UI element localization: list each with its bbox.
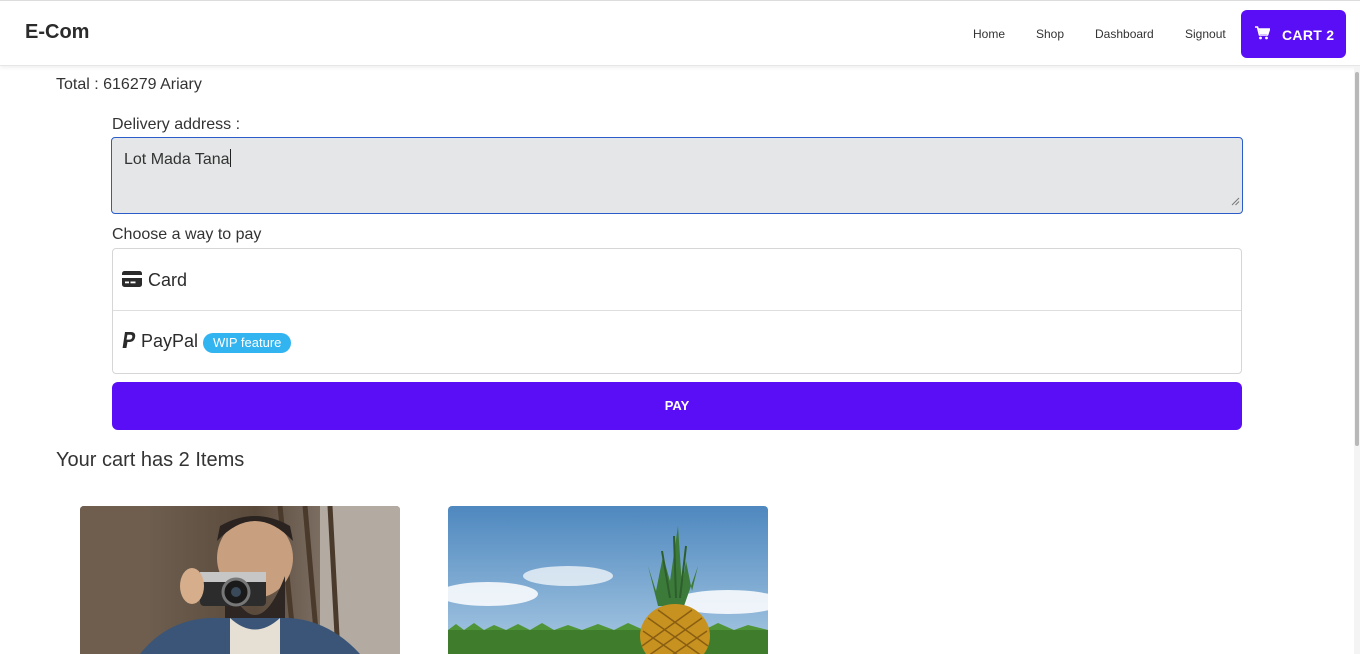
nav-link-dashboard[interactable]: Dashboard [1095,27,1154,41]
order-total: Total : 616279 Ariary [56,76,202,93]
brand-logo[interactable]: E-Com [25,21,89,44]
scrollbar-thumb[interactable] [1355,72,1359,446]
navbar: E-Com Home Shop Dashboard Signout CART 2 [0,0,1360,66]
payment-options-list: Card PayPal WIP feature [112,248,1242,374]
payment-option-card[interactable]: Card [113,249,1241,311]
product-image-camera[interactable] [80,506,400,654]
delivery-address-label: Delivery address : [112,116,241,133]
payment-option-card-label: Card [148,270,188,290]
nav-link-shop[interactable]: Shop [1036,27,1064,41]
text-caret [229,149,231,167]
paypal-icon [122,332,136,355]
nav-link-signout[interactable]: Signout [1185,27,1226,41]
credit-card-icon [122,271,142,292]
payment-option-paypal[interactable]: PayPal WIP feature [113,311,1241,373]
pay-button[interactable]: PAY [112,382,1242,430]
product-image-pineapple[interactable] [448,506,768,654]
wip-feature-badge: WIP feature [203,333,292,353]
delivery-address-textarea[interactable]: Lot Mada Tana [111,137,1243,214]
delivery-address-value: Lot Mada Tana [124,149,231,168]
payment-method-label: Choose a way to pay [112,226,262,243]
cart-icon [1255,26,1271,43]
payment-option-paypal-label: PayPal [141,331,199,351]
cart-button-label: CART 2 [1282,27,1335,43]
resize-grip-icon[interactable] [1231,193,1240,211]
cart-items-heading: Your cart has 2 Items [56,449,245,471]
nav-link-home[interactable]: Home [973,27,1005,41]
cart-button[interactable]: CART 2 [1241,10,1346,58]
